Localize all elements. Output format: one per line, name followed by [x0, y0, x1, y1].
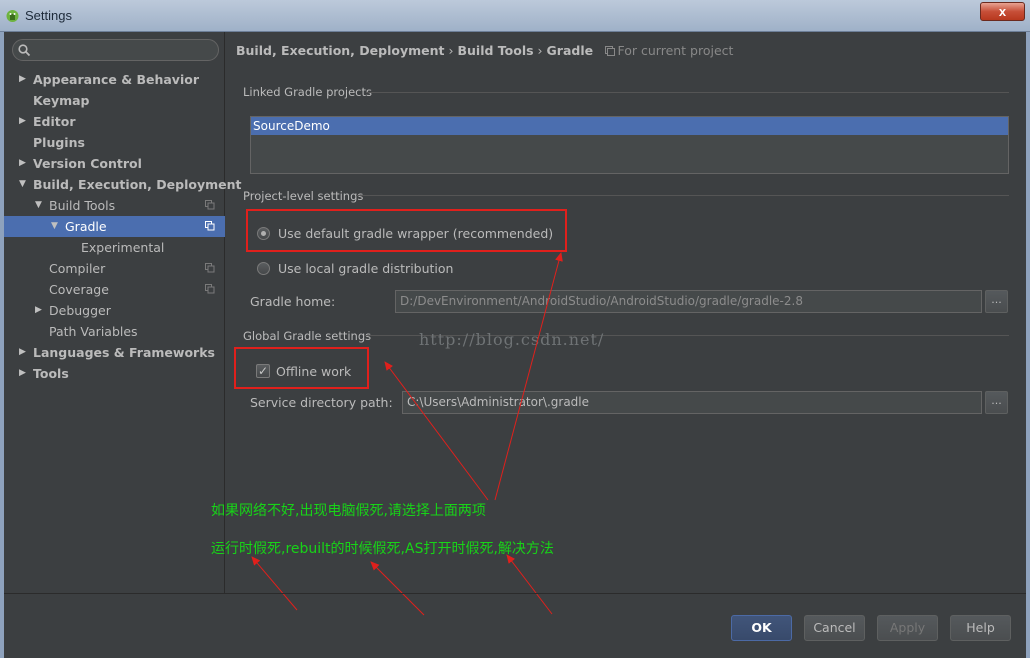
apply-button[interactable]: Apply	[877, 615, 938, 641]
collapsed-arrow-icon[interactable]: ▶	[19, 342, 29, 363]
sidebar-item-label: Path Variables	[49, 324, 138, 339]
breadcrumb-build-execution[interactable]: Build, Execution, Deployment	[236, 43, 444, 58]
sidebar-item-label: Build, Execution, Deployment	[33, 177, 242, 192]
sidebar-item-coverage[interactable]: Coverage	[4, 279, 225, 300]
sidebar-item-label: Editor	[33, 114, 76, 129]
project-scope-note: For current project	[605, 43, 733, 58]
cancel-button[interactable]: Cancel	[804, 615, 865, 641]
project-scope-icon	[205, 221, 215, 231]
sidebar-item-label: Tools	[33, 366, 69, 381]
project-scope-icon	[605, 46, 616, 56]
sidebar-item-plugins[interactable]: Plugins	[4, 132, 225, 153]
sidebar-item-label: Coverage	[49, 282, 109, 297]
sidebar-item-label: Keymap	[33, 93, 90, 108]
gradle-home-browse-button[interactable]: ...	[985, 290, 1008, 313]
linked-projects-title: Linked Gradle projects	[243, 85, 372, 99]
project-scope-label: For current project	[617, 43, 734, 58]
sidebar-item-label: Experimental	[81, 240, 165, 255]
service-directory-label: Service directory path:	[250, 395, 393, 410]
window-titlebar: Settings x	[0, 0, 1030, 32]
project-level-title: Project-level settings	[243, 189, 364, 203]
local-distribution-radio[interactable]	[257, 262, 270, 275]
sidebar-item-label: Compiler	[49, 261, 106, 276]
settings-sidebar: ▶ Appearance & Behavior Keymap ▶ Editor Plugi…	[4, 32, 241, 593]
highlight-box-offline-work	[234, 347, 369, 389]
collapsed-arrow-icon[interactable]: ▶	[19, 153, 29, 174]
sidebar-item-editor[interactable]: ▶ Editor	[4, 111, 225, 132]
sidebar-item-path-variables[interactable]: Path Variables	[4, 321, 225, 342]
annotation-text-network: 如果网络不好,出现电脑假死,请选择上面两项	[211, 503, 486, 519]
section-divider	[356, 195, 1009, 196]
sidebar-item-label: Appearance & Behavior	[33, 72, 199, 87]
collapsed-arrow-icon[interactable]: ▶	[19, 111, 29, 132]
sidebar-item-debugger[interactable]: ▶ Debugger	[4, 300, 225, 321]
project-scope-icon	[205, 200, 215, 210]
collapsed-arrow-icon[interactable]: ▶	[19, 363, 29, 384]
android-studio-icon	[6, 10, 19, 22]
global-settings-title: Global Gradle settings	[243, 329, 372, 343]
section-divider	[366, 92, 1009, 93]
bottom-divider	[4, 593, 1026, 594]
collapsed-arrow-icon[interactable]: ▶	[19, 69, 29, 90]
sidebar-item-label: Debugger	[49, 303, 111, 318]
expanded-arrow-icon[interactable]: ▼	[19, 174, 29, 195]
sidebar-item-label: Gradle	[65, 219, 107, 234]
sidebar-item-build-tools[interactable]: ▼ Build Tools	[4, 195, 225, 216]
settings-search-input[interactable]	[12, 39, 219, 61]
expanded-arrow-icon[interactable]: ▼	[35, 195, 45, 216]
breadcrumb-separator: ›	[448, 43, 454, 58]
highlight-box-default-wrapper	[246, 209, 567, 252]
sidebar-item-appearance-behavior[interactable]: ▶ Appearance & Behavior	[4, 69, 225, 90]
blog-watermark: http://blog.csdn.net/	[419, 330, 605, 349]
linked-projects-list[interactable]: SourceDemo	[250, 116, 1009, 174]
sidebar-item-compiler[interactable]: Compiler	[4, 258, 225, 279]
gradle-home-field[interactable]: D:/DevEnvironment/AndroidStudio/AndroidS…	[395, 290, 982, 313]
search-icon	[18, 44, 31, 57]
sidebar-item-keymap[interactable]: Keymap	[4, 90, 225, 111]
ok-button[interactable]: OK	[731, 615, 792, 641]
sidebar-item-version-control[interactable]: ▶ Version Control	[4, 153, 225, 174]
window-close-button[interactable]: x	[980, 2, 1025, 21]
sidebar-item-build-execution-deployment[interactable]: ▼ Build, Execution, Deployment	[4, 174, 241, 195]
local-distribution-label[interactable]: Use local gradle distribution	[278, 261, 453, 276]
sidebar-item-experimental[interactable]: Experimental	[4, 237, 225, 258]
breadcrumb: Build, Execution, Deployment › Build Tools…	[236, 43, 733, 58]
window-title: Settings	[25, 8, 72, 23]
service-directory-field[interactable]: C:\Users\Administrator\.gradle	[402, 391, 982, 414]
linked-project-row[interactable]: SourceDemo	[251, 117, 1008, 135]
sidebar-item-languages-frameworks[interactable]: ▶ Languages & Frameworks	[4, 342, 225, 363]
breadcrumb-separator: ›	[537, 43, 543, 58]
help-button[interactable]: Help	[950, 615, 1011, 641]
project-scope-icon	[205, 263, 215, 273]
sidebar-item-label: Languages & Frameworks	[33, 345, 215, 360]
settings-tree: ▶ Appearance & Behavior Keymap ▶ Editor Plugi…	[4, 69, 241, 384]
sidebar-item-label: Plugins	[33, 135, 85, 150]
gradle-home-label: Gradle home:	[250, 294, 336, 309]
sidebar-item-tools[interactable]: ▶ Tools	[4, 363, 225, 384]
breadcrumb-gradle: Gradle	[546, 43, 594, 58]
breadcrumb-build-tools[interactable]: Build Tools	[457, 43, 533, 58]
service-directory-browse-button[interactable]: ...	[985, 391, 1008, 414]
expanded-arrow-icon[interactable]: ▼	[51, 216, 61, 237]
sidebar-item-gradle[interactable]: ▼ Gradle	[4, 216, 225, 237]
annotation-text-freeze: 运行时假死,rebuilt的时候假死,AS打开时假死,解决方法	[211, 541, 554, 557]
window-frame-right	[1026, 32, 1030, 658]
collapsed-arrow-icon[interactable]: ▶	[35, 300, 45, 321]
sidebar-item-label: Version Control	[33, 156, 142, 171]
project-scope-icon	[205, 284, 215, 294]
sidebar-item-label: Build Tools	[49, 198, 116, 213]
